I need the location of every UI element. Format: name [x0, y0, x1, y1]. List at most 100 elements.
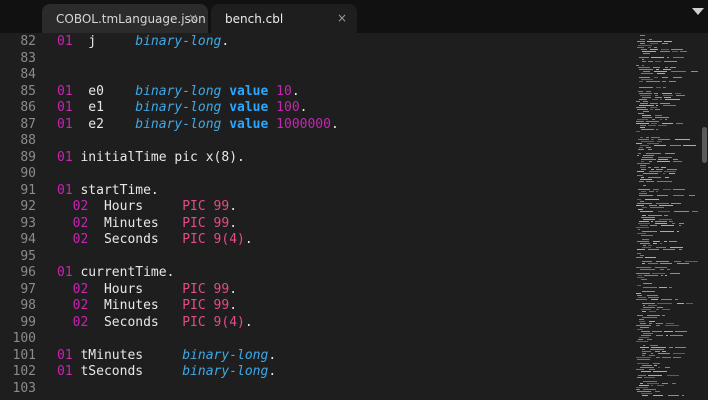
line-number: 99	[20, 314, 36, 330]
token-pic: PIC 99	[182, 281, 230, 297]
minimap-line	[642, 61, 646, 62]
code-line[interactable]: 103	[0, 381, 632, 398]
code-line[interactable]: 86 01 e1 binary-long value 100.	[0, 100, 632, 117]
line-number: 88	[20, 133, 36, 148]
code-line[interactable]: 89 01 initialTime pic x(8).	[0, 150, 632, 167]
minimap-line	[637, 363, 649, 364]
token-kw: value	[229, 83, 269, 99]
minimap-line	[650, 349, 664, 350]
minimap-line	[685, 261, 698, 262]
minimap-line	[676, 123, 683, 124]
minimap-line	[638, 223, 650, 224]
minimap-line	[640, 145, 649, 146]
minimap-line	[638, 189, 650, 190]
code-line[interactable]: 96 01 currentTime.	[0, 265, 632, 282]
token-txt: .	[299, 100, 308, 115]
code-line[interactable]: 87 01 e2 binary-long value 1000000.	[0, 117, 632, 134]
code-line[interactable]: 88	[0, 133, 632, 150]
minimap-line	[638, 139, 649, 140]
minimap-line	[650, 207, 664, 208]
minimap-line	[638, 209, 643, 210]
minimap-line	[664, 97, 671, 98]
token-pic: PIC 9(4)	[182, 314, 245, 330]
minimap-line	[675, 139, 690, 140]
minimap-line	[665, 153, 675, 154]
minimap-line	[671, 71, 686, 72]
tab-cobol-tmlanguage-json[interactable]: COBOL.tmLanguage.json ×	[42, 4, 208, 33]
token-txt: .	[229, 298, 238, 313]
token-txt: .	[244, 232, 253, 247]
minimap-line	[643, 307, 655, 308]
minimap-line	[638, 149, 644, 150]
token-txt: Hours	[88, 199, 183, 214]
minimap-line	[673, 161, 682, 162]
code-line[interactable]: 92 02 Hours PIC 99.	[0, 199, 632, 216]
code-line[interactable]: 95	[0, 249, 632, 266]
minimap-line	[639, 147, 643, 148]
token-txt: Seconds	[88, 232, 183, 247]
code-line[interactable]: 84	[0, 67, 632, 84]
minimap-line	[644, 377, 655, 378]
vertical-scrollbar[interactable]	[701, 33, 708, 400]
tab-bench-cbl[interactable]: bench.cbl ×	[211, 4, 357, 33]
minimap-line	[639, 93, 652, 94]
minimap[interactable]	[634, 33, 700, 400]
minimap-line	[642, 51, 656, 52]
line-number: 98	[20, 298, 36, 313]
minimap-line	[649, 355, 655, 356]
minimap-line	[673, 159, 678, 160]
minimap-line	[663, 87, 666, 88]
minimap-line	[640, 225, 648, 226]
code-line[interactable]: 90	[0, 166, 632, 183]
code-line[interactable]: 101 01 tMinutes binary-long.	[0, 348, 632, 365]
minimap-line	[643, 333, 653, 334]
close-icon[interactable]: ×	[337, 11, 347, 25]
minimap-line	[636, 143, 642, 144]
token-txt: e0	[72, 83, 136, 99]
minimap-line	[662, 43, 668, 44]
code-line[interactable]: 102 01 tSeconds binary-long.	[0, 364, 632, 381]
code-editor[interactable]: 82 01 j binary-long. 83 84 85 01 e0 binary-lo…	[0, 33, 632, 400]
minimap-line	[646, 121, 659, 122]
line-number: 103	[12, 380, 36, 396]
minimap-line	[642, 349, 645, 350]
scrollbar-thumb[interactable]	[702, 127, 707, 163]
minimap-line	[649, 205, 657, 206]
minimap-line	[642, 353, 646, 354]
minimap-line	[638, 229, 640, 230]
line-number: 92	[20, 199, 36, 214]
token-typ: binary-long	[135, 116, 222, 132]
minimap-line	[636, 267, 651, 268]
minimap-line	[646, 147, 651, 148]
line-number: 94	[20, 232, 36, 247]
code-line[interactable]: 98 02 Minutes PIC 99.	[0, 298, 632, 315]
code-line[interactable]: 91 01 startTime.	[0, 183, 632, 200]
code-line[interactable]: 83	[0, 51, 632, 68]
minimap-line	[643, 53, 650, 54]
minimap-line	[651, 137, 660, 138]
minimap-line	[646, 137, 649, 138]
code-line[interactable]: 82 01 j binary-long.	[0, 34, 632, 51]
code-line[interactable]: 85 01 e0 binary-long value 10.	[0, 84, 632, 101]
minimap-line	[642, 247, 651, 248]
minimap-line	[648, 305, 657, 306]
minimap-line	[686, 303, 693, 304]
chevron-down-icon[interactable]	[692, 8, 704, 15]
code-line[interactable]: 99 02 Seconds PIC 9(4).	[0, 315, 632, 332]
code-line[interactable]: 93 02 Minutes PIC 99.	[0, 216, 632, 233]
minimap-line	[673, 189, 685, 190]
minimap-line	[641, 177, 644, 178]
minimap-line	[658, 157, 672, 158]
close-icon[interactable]: ×	[188, 11, 198, 25]
minimap-line	[642, 351, 651, 352]
minimap-line	[653, 241, 660, 242]
code-line[interactable]: 100	[0, 331, 632, 348]
token-pic: PIC 99	[182, 215, 230, 231]
token-lvl: 02	[72, 281, 89, 297]
code-line[interactable]: 94 02 Seconds PIC 9(4).	[0, 232, 632, 249]
minimap-line	[648, 167, 651, 168]
code-line[interactable]: 97 02 Hours PIC 99.	[0, 282, 632, 299]
minimap-line	[636, 227, 649, 228]
minimap-line	[656, 129, 658, 130]
